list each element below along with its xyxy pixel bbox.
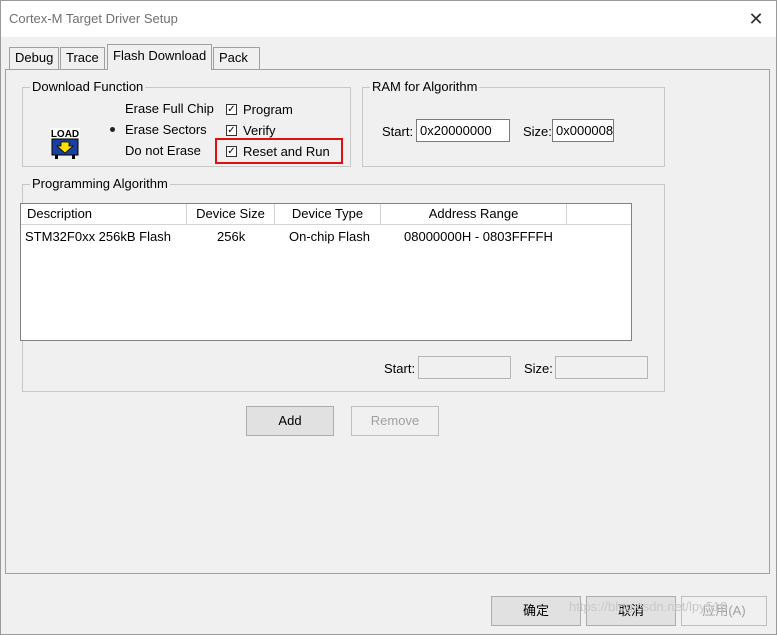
erase-sectors-radio[interactable]: Erase Sectors bbox=[107, 122, 207, 137]
algorithm-size-input[interactable] bbox=[555, 356, 648, 379]
do-not-erase-label: Do not Erase bbox=[125, 143, 201, 158]
flash-download-panel: Download Function LOAD Erase Full Chip E… bbox=[5, 69, 770, 574]
algorithm-list-header: Description Device Size Device Type Addr… bbox=[21, 204, 631, 225]
tab-trace[interactable]: Trace bbox=[60, 47, 105, 69]
verify-label: Verify bbox=[243, 123, 276, 138]
ram-start-input[interactable]: 0x20000000 bbox=[416, 119, 510, 142]
erase-full-chip-radio[interactable]: Erase Full Chip bbox=[107, 101, 214, 116]
column-device-type[interactable]: Device Type bbox=[275, 204, 381, 225]
dialog-window: Cortex-M Target Driver Setup ✕ Debug Tra… bbox=[0, 0, 777, 635]
program-checkbox[interactable]: ✓ Program bbox=[226, 102, 293, 117]
watermark-text: https://blog.csdn.net/lpy518 bbox=[569, 599, 728, 614]
close-icon: ✕ bbox=[748, 8, 764, 29]
tab-debug[interactable]: Debug bbox=[9, 47, 60, 69]
row-address-range: 08000000H - 0803FFFFH bbox=[404, 229, 553, 244]
close-button[interactable]: ✕ bbox=[736, 1, 776, 37]
window-title: Cortex-M Target Driver Setup bbox=[9, 11, 178, 26]
ram-size-input[interactable]: 0x000008 bbox=[552, 119, 614, 142]
ok-button[interactable]: 确定 bbox=[491, 596, 581, 626]
tab-pack[interactable]: Pack bbox=[213, 47, 260, 69]
algorithm-start-input[interactable] bbox=[418, 356, 511, 379]
column-description[interactable]: Description bbox=[21, 204, 187, 225]
add-button[interactable]: Add bbox=[246, 406, 334, 436]
reset-and-run-highlight-box bbox=[215, 138, 343, 164]
load-icon-text: LOAD bbox=[51, 129, 79, 140]
tab-flash-download[interactable]: Flash Download bbox=[107, 44, 213, 70]
row-device-type: On-chip Flash bbox=[289, 229, 370, 244]
row-description: STM32F0xx 256kB Flash bbox=[25, 229, 171, 244]
algorithm-start-label: Start: bbox=[384, 361, 416, 376]
radio-dot-selected bbox=[107, 124, 118, 135]
table-row[interactable]: STM32F0xx 256kB Flash 256k On-chip Flash… bbox=[21, 226, 631, 246]
programming-algorithm-label: Programming Algorithm bbox=[30, 176, 170, 192]
column-device-size[interactable]: Device Size bbox=[187, 204, 275, 225]
title-bar: Cortex-M Target Driver Setup ✕ bbox=[1, 1, 776, 37]
column-address-range[interactable]: Address Range bbox=[381, 204, 567, 225]
download-function-group: Download Function LOAD Erase Full Chip E… bbox=[22, 79, 351, 167]
ram-for-algorithm-label: RAM for Algorithm bbox=[370, 79, 480, 95]
ram-size-label: Size: bbox=[523, 124, 552, 139]
verify-checkbox[interactable]: ✓ Verify bbox=[226, 123, 276, 138]
row-device-size: 256k bbox=[217, 229, 246, 244]
radio-dot bbox=[107, 103, 118, 114]
load-icon: LOAD bbox=[50, 128, 80, 159]
download-function-label: Download Function bbox=[30, 79, 146, 95]
remove-button[interactable]: Remove bbox=[351, 406, 439, 436]
checkbox-checked-icon: ✓ bbox=[226, 125, 237, 136]
do-not-erase-radio[interactable]: Do not Erase bbox=[107, 143, 201, 158]
radio-dot bbox=[107, 145, 118, 156]
ram-start-label: Start: bbox=[382, 124, 414, 139]
checkbox-checked-icon: ✓ bbox=[226, 104, 237, 115]
algorithm-list[interactable]: Description Device Size Device Type Addr… bbox=[20, 203, 632, 341]
erase-full-chip-label: Erase Full Chip bbox=[125, 101, 214, 116]
algorithm-size-label: Size: bbox=[524, 361, 553, 376]
program-label: Program bbox=[243, 102, 293, 117]
ram-for-algorithm-group: RAM for Algorithm Start: 0x20000000 Size… bbox=[362, 79, 665, 167]
erase-sectors-label: Erase Sectors bbox=[125, 122, 207, 137]
